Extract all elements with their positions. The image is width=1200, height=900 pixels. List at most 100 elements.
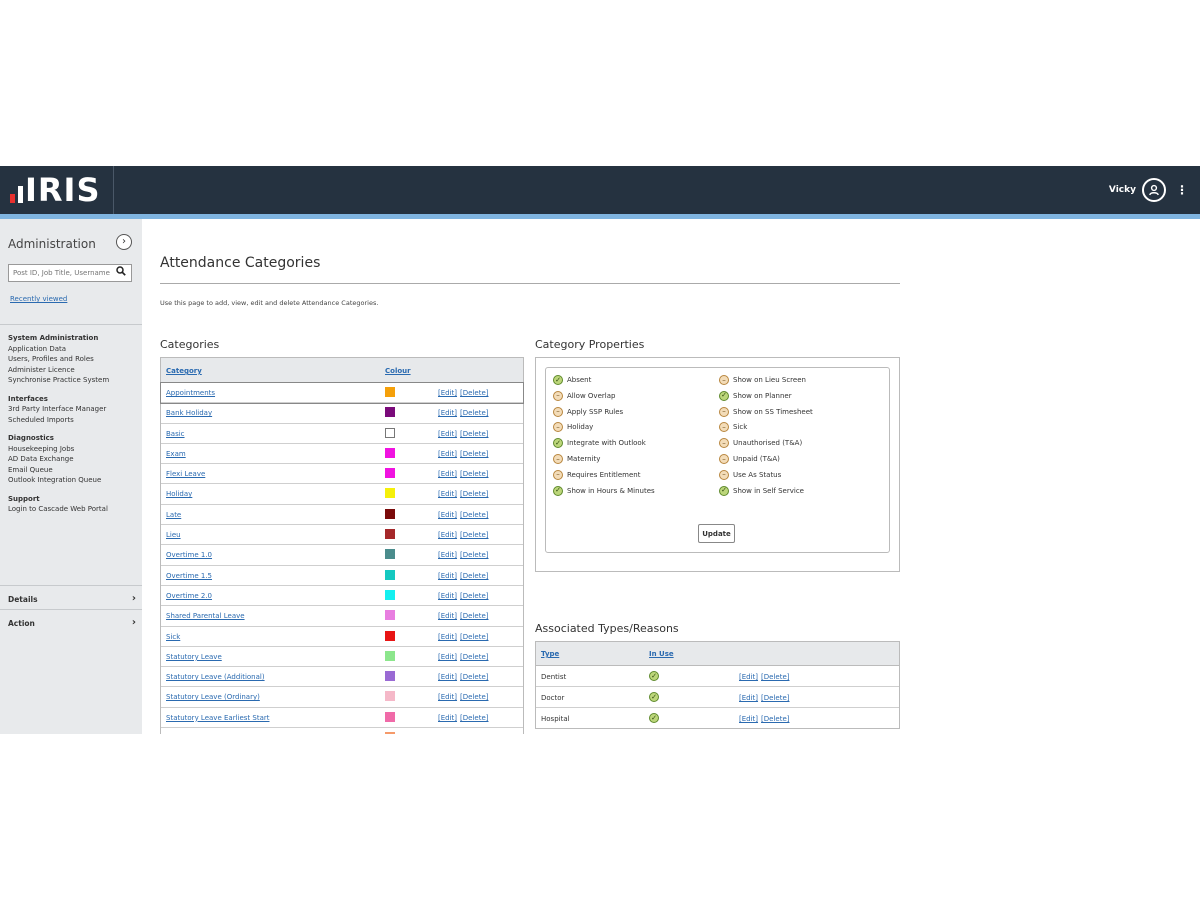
table-row[interactable]: Exam [Edit] [Delete] <box>161 444 523 465</box>
minus-icon[interactable]: – <box>553 454 563 464</box>
edit-link[interactable]: [Edit] <box>438 511 457 519</box>
delete-link[interactable]: [Delete] <box>460 531 488 539</box>
edit-link[interactable]: [Edit] <box>438 490 457 498</box>
edit-link[interactable]: [Edit] <box>438 531 457 539</box>
nav-item-outlook-integration-queue[interactable]: Outlook Integration Queue <box>8 475 138 486</box>
chevron-right-icon[interactable]: › <box>116 234 132 250</box>
category-name-link[interactable]: Basic <box>166 430 185 438</box>
nav-item-administer-licence[interactable]: Administer Licence <box>8 365 138 376</box>
edit-link[interactable]: [Edit] <box>438 450 457 458</box>
category-name-link[interactable]: Statutory Leave Earliest Start <box>166 714 269 722</box>
delete-link[interactable]: [Delete] <box>761 715 789 723</box>
category-name-link[interactable]: Exam <box>166 450 186 458</box>
check-icon[interactable]: ✓ <box>553 485 563 496</box>
table-row[interactable]: Hospital ✓ [Edit] [Delete] <box>536 708 899 729</box>
delete-link[interactable]: [Delete] <box>761 673 789 681</box>
nav-item-scheduled-imports[interactable]: Scheduled Imports <box>8 415 138 426</box>
minus-icon[interactable]: – <box>719 422 729 433</box>
category-name-link[interactable]: Sick <box>166 633 180 641</box>
property-toggle[interactable]: ✓ Absent <box>553 375 591 385</box>
nav-item-users-profiles-roles[interactable]: Users, Profiles and Roles <box>8 354 138 365</box>
property-toggle[interactable]: – Unpaid (T&A) <box>719 454 780 464</box>
minus-icon[interactable]: – <box>719 406 729 417</box>
table-row[interactable]: Late [Edit] [Delete] <box>161 505 523 526</box>
edit-link[interactable]: [Edit] <box>438 612 457 620</box>
category-name-link[interactable]: Overtime 1.5 <box>166 572 212 580</box>
table-row[interactable]: Statutory Leave (Ordinary) [Edit] [Delete] <box>161 687 523 708</box>
edit-link[interactable]: [Edit] <box>438 633 457 641</box>
sort-colour-link[interactable]: Colour <box>385 367 411 375</box>
delete-link[interactable]: [Delete] <box>460 389 488 397</box>
property-toggle[interactable]: – Sick <box>719 422 747 433</box>
minus-icon[interactable]: – <box>719 454 729 464</box>
delete-link[interactable]: [Delete] <box>460 592 488 600</box>
table-row[interactable]: Dentist ✓ [Edit] [Delete] <box>536 666 899 687</box>
user-menu[interactable]: Vicky ⋮ <box>1109 178 1188 202</box>
minus-icon[interactable]: – <box>719 469 729 480</box>
edit-link[interactable]: [Edit] <box>438 714 457 722</box>
check-icon[interactable]: ✓ <box>719 485 729 496</box>
table-row[interactable]: Statutory Leave Earliest Start [Edit] [Del… <box>161 708 523 729</box>
property-toggle[interactable]: – Holiday <box>553 422 593 433</box>
delete-link[interactable]: [Delete] <box>460 673 488 681</box>
property-toggle[interactable]: – Apply SSP Rules <box>553 406 623 417</box>
edit-link[interactable]: [Edit] <box>438 653 457 661</box>
delete-link[interactable]: [Delete] <box>460 653 488 661</box>
table-row[interactable]: Appointments [Edit] [Delete] <box>160 381 524 405</box>
table-row[interactable]: Doctor ✓ [Edit] [Delete] <box>536 687 899 708</box>
sidebar-section-details[interactable]: Details › <box>8 593 136 604</box>
iris-logo[interactable]: IRIS <box>0 166 114 214</box>
minus-icon[interactable]: – <box>553 422 563 433</box>
category-name-link[interactable]: Overtime 2.0 <box>166 592 212 600</box>
table-row[interactable]: Shared Parental Leave [Edit] [Delete] <box>161 606 523 627</box>
edit-link[interactable]: [Edit] <box>438 673 457 681</box>
nav-item-email-queue[interactable]: Email Queue <box>8 465 138 476</box>
user-icon[interactable] <box>1142 178 1166 202</box>
category-name-link[interactable]: Statutory Leave (Additional) <box>166 673 265 681</box>
sort-in-use-link[interactable]: In Use <box>649 650 674 658</box>
category-name-link[interactable]: Holiday <box>166 490 192 498</box>
sidebar-section-action[interactable]: Action › <box>8 617 136 628</box>
nav-item-cascade-web-portal[interactable]: Login to Cascade Web Portal <box>8 504 138 515</box>
property-toggle[interactable]: – Use As Status <box>719 469 781 480</box>
delete-link[interactable]: [Delete] <box>460 450 488 458</box>
delete-link[interactable]: [Delete] <box>460 572 488 580</box>
check-icon[interactable]: ✓ <box>719 390 729 401</box>
table-row[interactable]: Flexi Leave [Edit] [Delete] <box>161 464 523 485</box>
category-name-link[interactable]: Bank Holiday <box>166 409 212 417</box>
delete-link[interactable]: [Delete] <box>761 694 789 702</box>
category-name-link[interactable]: Flexi Leave <box>166 470 205 478</box>
edit-link[interactable]: [Edit] <box>438 572 457 580</box>
edit-link[interactable]: [Edit] <box>438 693 457 701</box>
edit-link[interactable]: [Edit] <box>438 389 457 397</box>
minus-icon[interactable]: – <box>719 438 729 449</box>
edit-link[interactable]: [Edit] <box>438 551 457 559</box>
kebab-icon[interactable]: ⋮ <box>1176 183 1188 197</box>
edit-link[interactable]: [Edit] <box>739 694 758 702</box>
category-name-link[interactable]: Statutory Leave <box>166 653 222 661</box>
property-toggle[interactable]: ✓ Show in Hours & Minutes <box>553 485 655 496</box>
delete-link[interactable]: [Delete] <box>460 490 488 498</box>
sort-category-link[interactable]: Category <box>166 367 202 375</box>
delete-link[interactable]: [Delete] <box>460 633 488 641</box>
edit-link[interactable]: [Edit] <box>739 673 758 681</box>
property-toggle[interactable]: – Show on Lieu Screen <box>719 375 806 385</box>
table-row[interactable]: Basic [Edit] [Delete] <box>161 424 523 444</box>
delete-link[interactable]: [Delete] <box>460 470 488 478</box>
table-row[interactable] <box>161 728 523 734</box>
property-toggle[interactable]: ✓ Integrate with Outlook <box>553 438 646 449</box>
table-row[interactable]: Sick [Edit] [Delete] <box>161 627 523 647</box>
table-row[interactable]: Overtime 2.0 [Edit] [Delete] <box>161 586 523 607</box>
category-name-link[interactable]: Shared Parental Leave <box>166 612 245 620</box>
category-name-link[interactable]: Overtime 1.0 <box>166 551 212 559</box>
table-row[interactable]: Overtime 1.5 [Edit] [Delete] <box>161 566 523 586</box>
category-name-link[interactable]: Late <box>166 511 181 519</box>
recently-viewed-link[interactable]: Recently viewed <box>10 295 67 303</box>
property-toggle[interactable]: ✓ Show on Planner <box>719 390 792 401</box>
edit-link[interactable]: [Edit] <box>438 430 457 438</box>
sort-type-link[interactable]: Type <box>541 650 559 658</box>
edit-link[interactable]: [Edit] <box>438 592 457 600</box>
nav-item-3rd-party-interface[interactable]: 3rd Party Interface Manager <box>8 404 138 415</box>
category-name-link[interactable]: Lieu <box>166 531 181 539</box>
check-icon[interactable]: ✓ <box>553 438 563 449</box>
